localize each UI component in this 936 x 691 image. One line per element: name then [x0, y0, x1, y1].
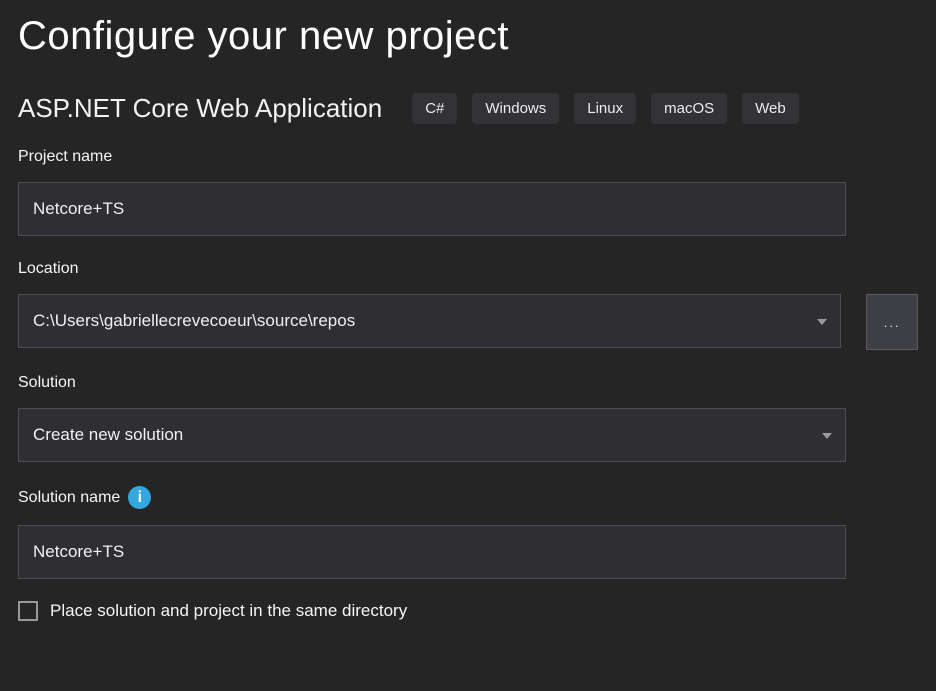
tag-csharp: C#: [412, 93, 457, 124]
project-name-label: Project name: [18, 148, 918, 166]
location-row: C:\Users\gabriellecrevecoeur\source\repo…: [18, 294, 918, 350]
tag-windows: Windows: [472, 93, 559, 124]
same-directory-row: Place solution and project in the same d…: [18, 601, 918, 621]
tag-web: Web: [742, 93, 799, 124]
tag-macos: macOS: [651, 93, 727, 124]
chevron-down-icon: [822, 433, 832, 439]
info-icon[interactable]: i: [128, 486, 151, 509]
solution-label: Solution: [18, 374, 918, 392]
project-name-input[interactable]: [18, 182, 846, 236]
solution-combo[interactable]: Create new solution: [18, 408, 846, 462]
tag-linux: Linux: [574, 93, 636, 124]
page-title: Configure your new project: [18, 14, 918, 59]
template-tags: C# Windows Linux macOS Web: [412, 93, 799, 124]
chevron-down-icon: [817, 319, 827, 325]
location-label: Location: [18, 260, 918, 278]
template-header: ASP.NET Core Web Application C# Windows …: [18, 93, 918, 124]
template-name: ASP.NET Core Web Application: [18, 93, 382, 124]
solution-name-input[interactable]: [18, 525, 846, 579]
same-directory-checkbox[interactable]: [18, 601, 38, 621]
configure-project-dialog: Configure your new project ASP.NET Core …: [0, 0, 936, 621]
location-combo[interactable]: C:\Users\gabriellecrevecoeur\source\repo…: [18, 294, 841, 348]
location-value: C:\Users\gabriellecrevecoeur\source\repo…: [33, 311, 355, 331]
solution-name-label: Solution name i: [18, 486, 918, 509]
same-directory-label: Place solution and project in the same d…: [50, 601, 407, 621]
browse-button[interactable]: ...: [866, 294, 918, 350]
solution-value: Create new solution: [33, 425, 183, 445]
